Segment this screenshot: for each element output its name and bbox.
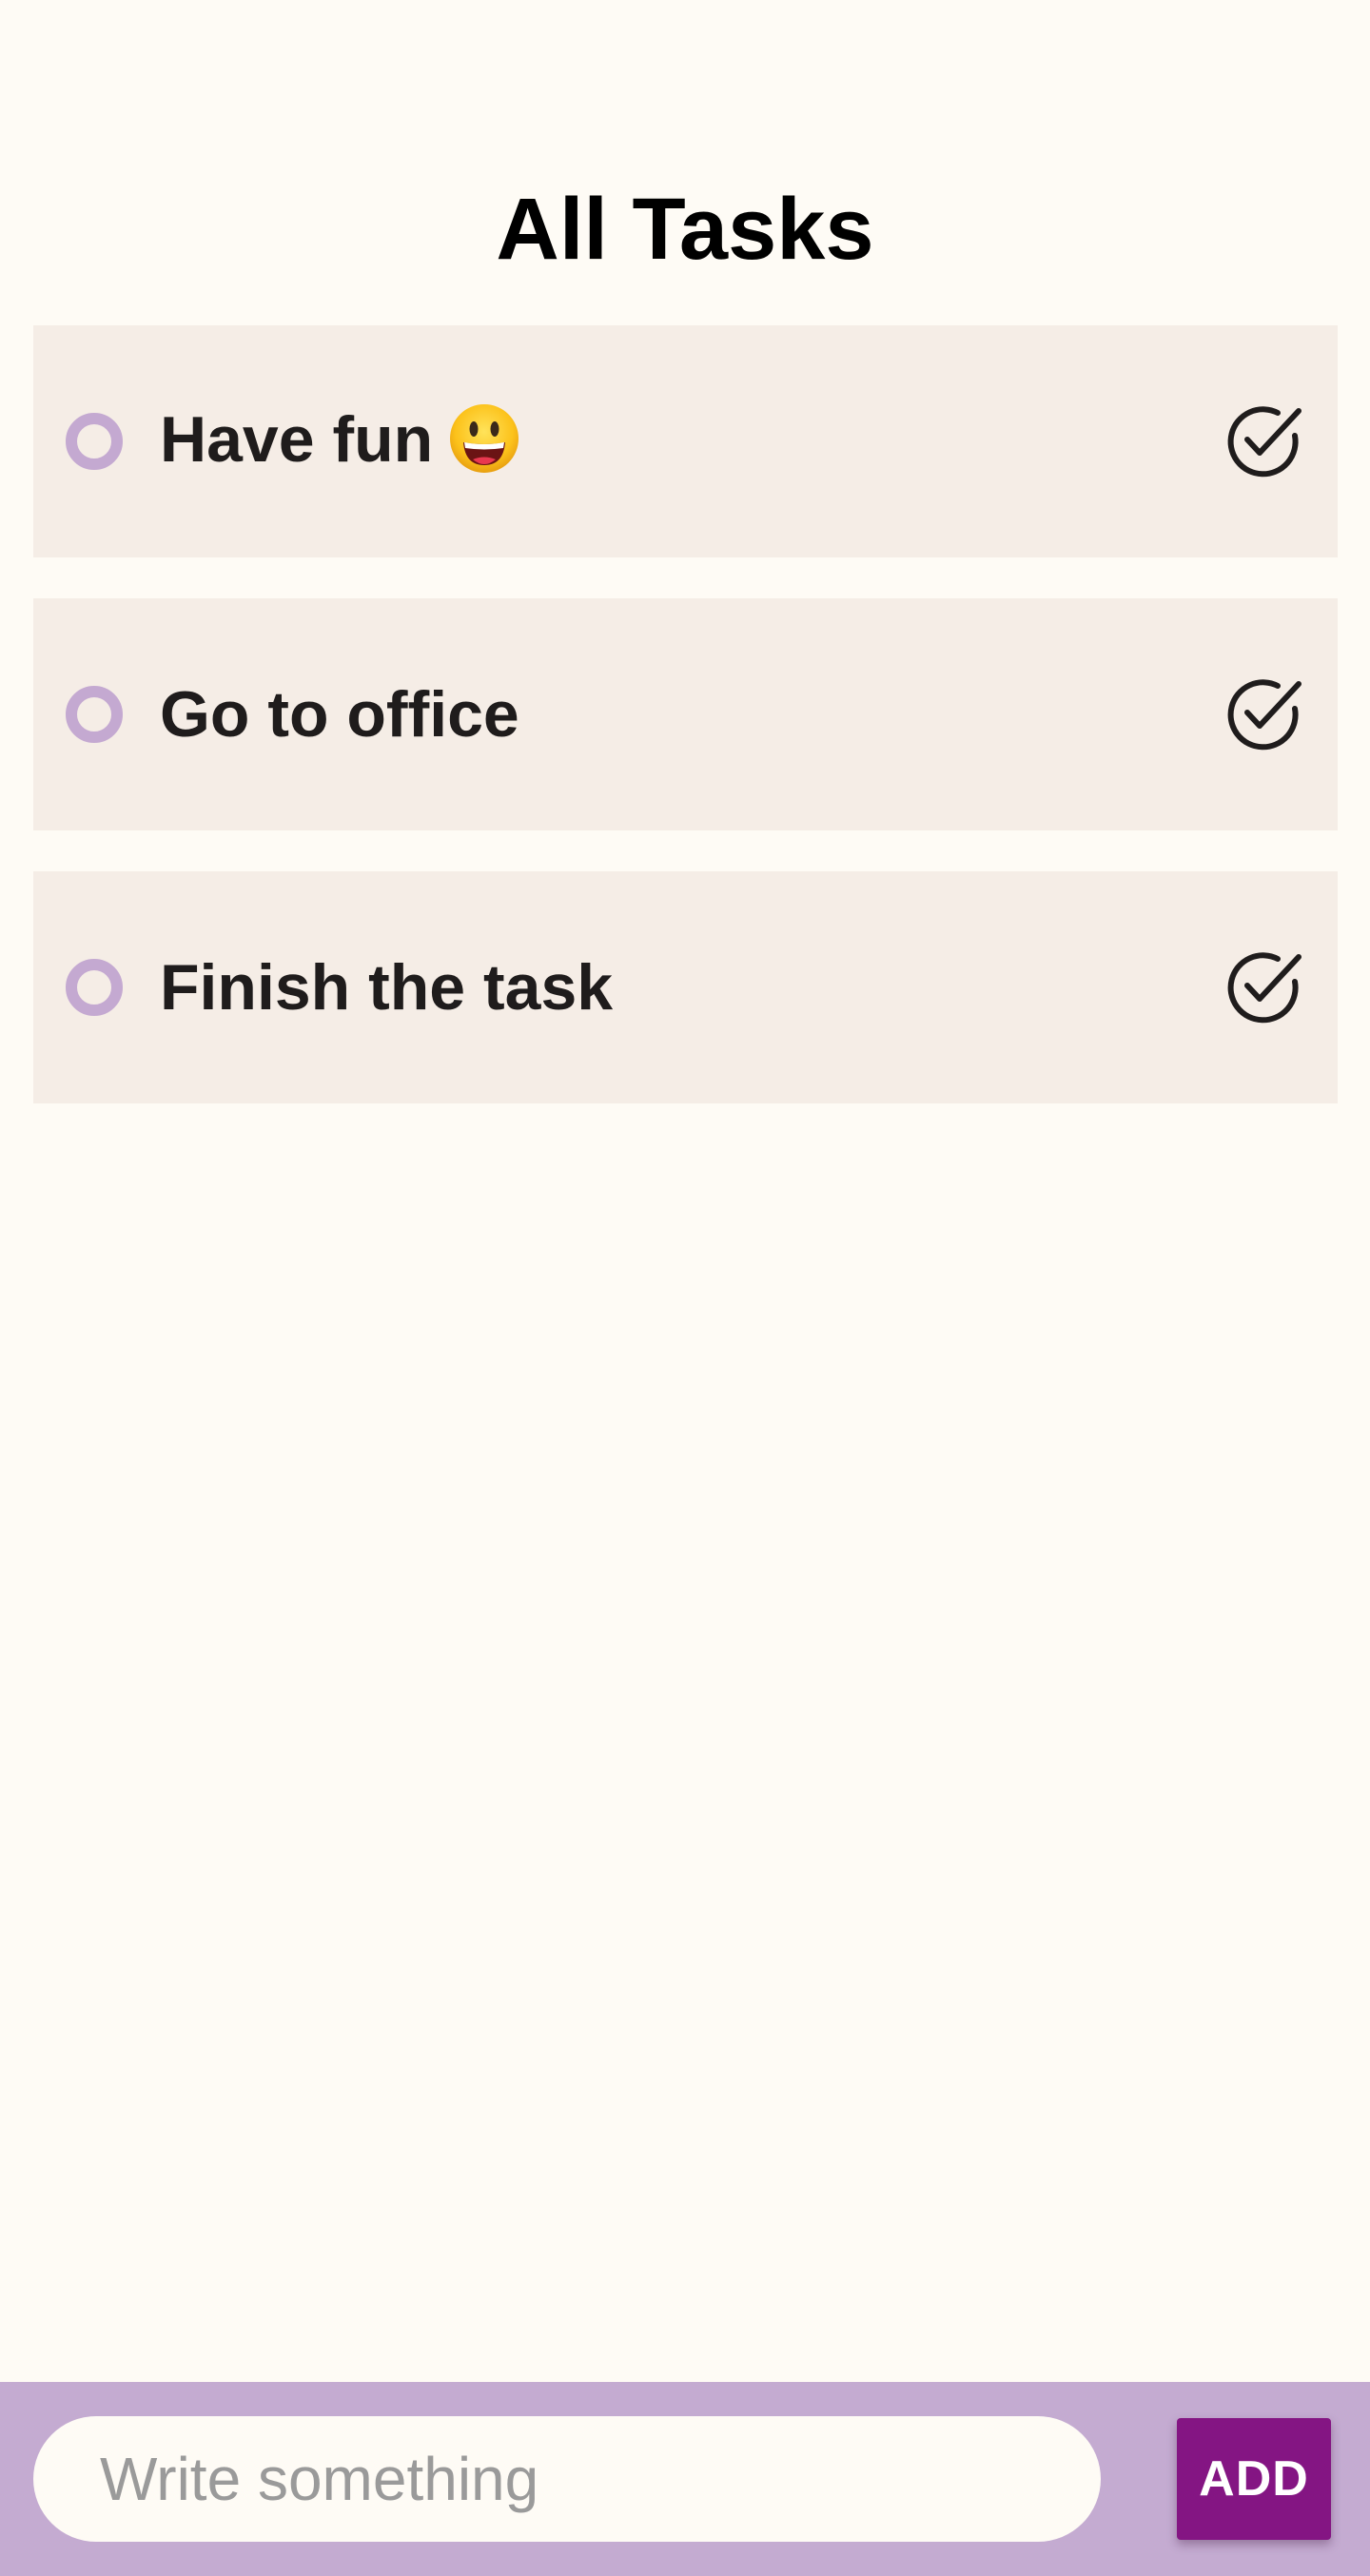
task-label: Have fun <box>160 402 434 476</box>
task-label-wrapper: Have fun <box>160 402 520 480</box>
task-label: Go to office <box>160 678 519 751</box>
smiling-face-emoji <box>450 404 519 474</box>
page-title: All Tasks <box>496 181 874 278</box>
task-label: Finish the task <box>160 951 614 1024</box>
circle-outline-icon <box>66 686 123 743</box>
task-item[interactable]: Finish the task <box>33 871 1338 1103</box>
task-input[interactable] <box>33 2416 1101 2542</box>
bottom-input-bar: ADD <box>0 2382 1370 2576</box>
task-item[interactable]: Go to office <box>33 598 1338 830</box>
check-circle-icon[interactable] <box>1224 401 1304 481</box>
task-item[interactable]: Have fun <box>33 325 1338 557</box>
check-circle-icon[interactable] <box>1224 947 1304 1027</box>
circle-outline-icon <box>66 413 123 470</box>
circle-outline-icon <box>66 959 123 1016</box>
add-button[interactable]: ADD <box>1177 2418 1331 2540</box>
check-circle-icon[interactable] <box>1224 674 1304 754</box>
task-list: Have fun Go to office Finish the task <box>33 325 1338 1144</box>
